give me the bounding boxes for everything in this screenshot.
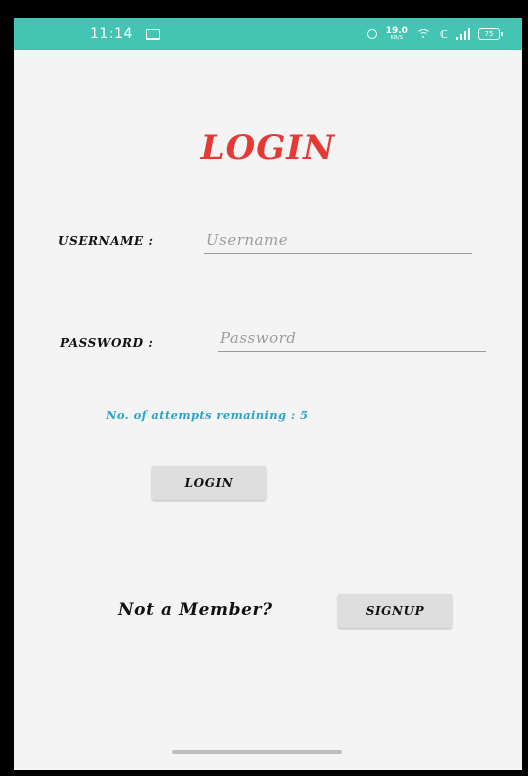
navigation-handle[interactable] bbox=[172, 750, 342, 754]
login-content: LOGIN USERNAME : PASSWORD : No. of attem… bbox=[14, 50, 522, 770]
login-button[interactable]: LOGIN bbox=[152, 466, 266, 500]
password-input[interactable] bbox=[218, 328, 486, 352]
phone-frame: 11:14 19.0 KB/S ℂ 75 LOGIN USERNAME: Us… bbox=[0, 0, 528, 776]
username-label: USERNAME : bbox=[58, 234, 154, 248]
net-speed-unit: KB/S bbox=[390, 34, 404, 41]
wifi-icon bbox=[415, 28, 432, 40]
net-speed-indicator: 19.0 KB/S bbox=[386, 26, 408, 42]
signal-icon bbox=[456, 28, 470, 40]
battery-icon: 75 bbox=[478, 28, 503, 40]
vowifi-icon: ℂ bbox=[439, 27, 448, 41]
screen: 11:14 19.0 KB/S ℂ 75 LOGIN USERNAME: Us… bbox=[14, 18, 522, 770]
alarm-icon bbox=[366, 28, 378, 40]
status-icons: 19.0 KB/S ℂ 75 bbox=[366, 24, 503, 44]
status-time: 11:14 bbox=[90, 26, 133, 42]
password-label: PASSWORD : bbox=[60, 336, 154, 350]
attempts-remaining-text: No. of attempts remaining : 5 bbox=[106, 408, 309, 422]
laptop-icon bbox=[146, 29, 160, 40]
page-title: LOGIN bbox=[200, 128, 336, 168]
username-input[interactable] bbox=[204, 230, 472, 254]
signup-button[interactable]: SIGNUP bbox=[338, 594, 452, 628]
not-a-member-text: Not a Member? bbox=[118, 600, 273, 620]
status-bar: 11:14 19.0 KB/S ℂ 75 bbox=[14, 18, 522, 50]
